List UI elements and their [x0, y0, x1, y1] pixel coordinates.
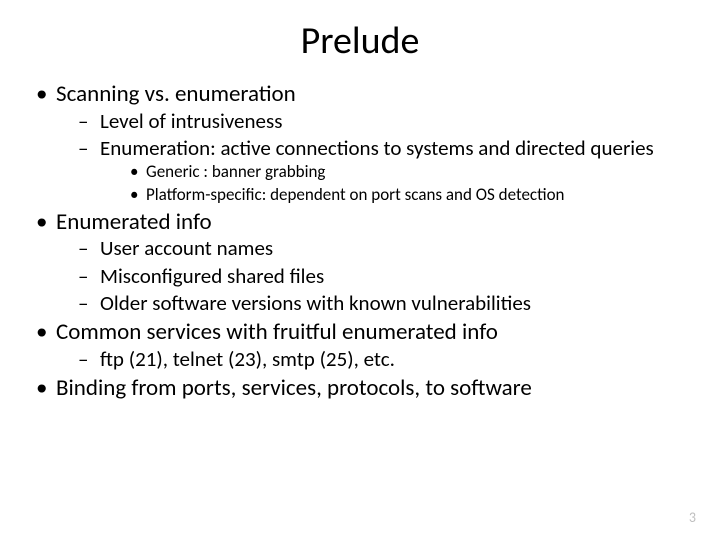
list-item: Level of intrusiveness [74, 109, 690, 134]
slide: Prelude Scanning vs. enumeration Level o… [0, 0, 720, 540]
bullet-text: ftp (21), telnet (23), smtp (25), etc. [100, 346, 395, 372]
list-item: User account names [74, 236, 690, 261]
bullet-sublist: ftp (21), telnet (23), smtp (25), etc. [74, 347, 690, 372]
bullet-text: Binding from ports, services, protocols,… [56, 374, 532, 402]
list-item: Binding from ports, services, protocols,… [30, 374, 690, 403]
bullet-text: Generic : banner grabbing [146, 161, 325, 182]
list-item: Misconfigured shared files [74, 264, 690, 289]
bullet-text: Level of intrusiveness [100, 108, 282, 134]
bullet-subsublist: Generic : banner grabbing Platform-speci… [124, 161, 690, 206]
list-item: Scanning vs. enumeration Level of intrus… [30, 80, 690, 206]
list-item: Enumeration: active connections to syste… [74, 136, 690, 206]
list-item: ftp (21), telnet (23), smtp (25), etc. [74, 347, 690, 372]
page-number: 3 [689, 509, 696, 526]
bullet-sublist: User account names Misconfigured shared … [74, 236, 690, 316]
bullet-text: User account names [100, 235, 273, 261]
list-item: Common services with fruitful enumerated… [30, 318, 690, 372]
bullet-text: Misconfigured shared files [100, 263, 324, 289]
bullet-sublist: Level of intrusiveness Enumeration: acti… [74, 109, 690, 206]
bullet-text: Common services with fruitful enumerated… [56, 318, 498, 346]
list-item: Enumerated info User account names Misco… [30, 208, 690, 316]
bullet-list: Scanning vs. enumeration Level of intrus… [30, 80, 690, 403]
slide-title: Prelude [30, 18, 690, 64]
bullet-text: Enumerated info [56, 208, 212, 236]
bullet-text: Platform-specific: dependent on port sca… [146, 184, 564, 205]
bullet-text: Older software versions with known vulne… [100, 290, 531, 316]
bullet-text: Scanning vs. enumeration [56, 80, 296, 108]
list-item: Platform-specific: dependent on port sca… [124, 184, 690, 205]
list-item: Generic : banner grabbing [124, 161, 690, 182]
list-item: Older software versions with known vulne… [74, 291, 690, 316]
bullet-text: Enumeration: active connections to syste… [100, 135, 654, 161]
